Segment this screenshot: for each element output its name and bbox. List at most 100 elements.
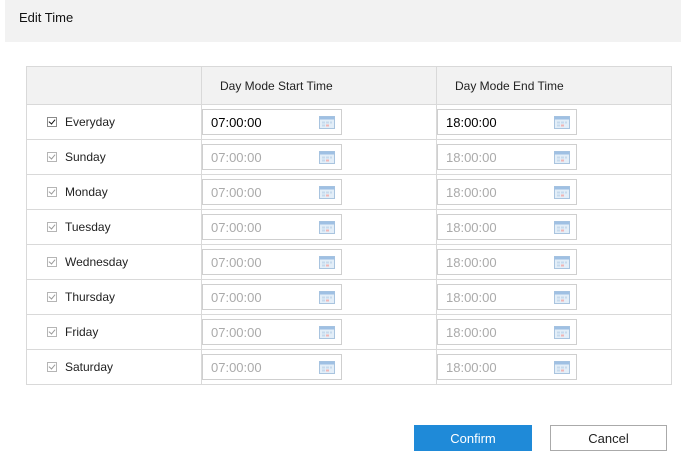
end-time-value: 18:00:00 xyxy=(446,149,497,165)
day-label: Thursday xyxy=(65,290,116,304)
start-time-input[interactable]: 07:00:00 xyxy=(202,319,342,345)
checkbox-everyday[interactable] xyxy=(47,117,57,127)
day-label: Wednesday xyxy=(65,255,129,269)
end-time-cell: 18:00:00 xyxy=(436,139,672,175)
calendar-icon xyxy=(319,256,335,269)
start-time-input[interactable]: 07:00:00 xyxy=(202,109,342,135)
start-time-input[interactable]: 07:00:00 xyxy=(202,144,342,170)
day-label: Saturday xyxy=(65,360,114,374)
start-time-cell: 07:00:00 xyxy=(201,244,437,280)
checkbox-saturday[interactable] xyxy=(47,362,57,372)
end-time-input[interactable]: 18:00:00 xyxy=(437,284,577,310)
day-cell: Friday xyxy=(26,314,202,350)
day-cell: Sunday xyxy=(26,139,202,175)
calendar-icon xyxy=(554,221,570,234)
start-time-input[interactable]: 07:00:00 xyxy=(202,284,342,310)
table-row: Thursday 07:00:00 18:00:00 xyxy=(26,279,672,315)
checkbox-monday[interactable] xyxy=(47,187,57,197)
calendar-icon xyxy=(554,151,570,164)
day-cell: Wednesday xyxy=(26,244,202,280)
dialog-title: Edit Time xyxy=(19,10,74,25)
end-time-value: 18:00:00 xyxy=(446,254,497,270)
start-time-input[interactable]: 07:00:00 xyxy=(202,179,342,205)
calendar-icon xyxy=(319,326,335,339)
header-day xyxy=(26,66,202,105)
end-time-cell: 18:00:00 xyxy=(436,209,672,245)
end-time-cell: 18:00:00 xyxy=(436,349,672,385)
end-time-input[interactable]: 18:00:00 xyxy=(437,354,577,380)
end-time-value: 18:00:00 xyxy=(446,184,497,200)
day-cell: Everyday xyxy=(26,104,202,140)
day-label: Friday xyxy=(65,325,99,339)
start-time-input[interactable]: 07:00:00 xyxy=(202,249,342,275)
table-row: Sunday 07:00:00 18:00:00 xyxy=(26,139,672,175)
calendar-icon xyxy=(554,361,570,374)
end-time-value: 18:00:00 xyxy=(446,324,497,340)
table-row: Everyday 07:00:00 18:00:00 xyxy=(26,104,672,140)
checkbox-tuesday[interactable] xyxy=(47,222,57,232)
calendar-icon xyxy=(319,116,335,129)
start-time-input[interactable]: 07:00:00 xyxy=(202,214,342,240)
header-start-time: Day Mode Start Time xyxy=(201,66,437,105)
confirm-button[interactable]: Confirm xyxy=(414,425,532,451)
end-time-input[interactable]: 18:00:00 xyxy=(437,319,577,345)
day-cell: Thursday xyxy=(26,279,202,315)
calendar-icon xyxy=(319,151,335,164)
table-row: Tuesday 07:00:00 18:00:00 xyxy=(26,209,672,245)
day-label: Sunday xyxy=(65,150,106,164)
calendar-icon xyxy=(319,221,335,234)
calendar-icon xyxy=(554,326,570,339)
start-time-input[interactable]: 07:00:00 xyxy=(202,354,342,380)
dialog-header: Edit Time xyxy=(5,0,681,42)
checkbox-sunday[interactable] xyxy=(47,152,57,162)
end-time-value: 18:00:00 xyxy=(446,219,497,235)
header-end-time: Day Mode End Time xyxy=(436,66,672,105)
start-time-cell: 07:00:00 xyxy=(201,104,437,140)
calendar-icon xyxy=(319,361,335,374)
checkbox-thursday[interactable] xyxy=(47,292,57,302)
table-header-row: Day Mode Start Time Day Mode End Time xyxy=(26,66,672,105)
day-label: Monday xyxy=(65,185,108,199)
day-label: Everyday xyxy=(65,115,116,129)
table-row: Friday 07:00:00 18:00:00 xyxy=(26,314,672,350)
calendar-icon xyxy=(319,291,335,304)
start-time-value: 07:00:00 xyxy=(211,359,262,375)
end-time-input[interactable]: 18:00:00 xyxy=(437,179,577,205)
day-cell: Monday xyxy=(26,174,202,210)
end-time-input[interactable]: 18:00:00 xyxy=(437,109,577,135)
start-time-value: 07:00:00 xyxy=(211,254,262,270)
table-row: Saturday 07:00:00 18:00:00 xyxy=(26,349,672,385)
end-time-value: 18:00:00 xyxy=(446,359,497,375)
end-time-input[interactable]: 18:00:00 xyxy=(437,249,577,275)
day-cell: Saturday xyxy=(26,349,202,385)
schedule-table: Day Mode Start Time Day Mode End Time Ev… xyxy=(26,66,672,385)
end-time-cell: 18:00:00 xyxy=(436,314,672,350)
checkbox-friday[interactable] xyxy=(47,327,57,337)
checkbox-wednesday[interactable] xyxy=(47,257,57,267)
day-cell: Tuesday xyxy=(26,209,202,245)
start-time-cell: 07:00:00 xyxy=(201,174,437,210)
start-time-value: 07:00:00 xyxy=(211,184,262,200)
end-time-input[interactable]: 18:00:00 xyxy=(437,214,577,240)
start-time-cell: 07:00:00 xyxy=(201,139,437,175)
end-time-cell: 18:00:00 xyxy=(436,174,672,210)
end-time-cell: 18:00:00 xyxy=(436,244,672,280)
calendar-icon xyxy=(319,186,335,199)
start-time-value: 07:00:00 xyxy=(211,149,262,165)
end-time-value: 18:00:00 xyxy=(446,289,497,305)
table-row: Monday 07:00:00 18:00:00 xyxy=(26,174,672,210)
day-label: Tuesday xyxy=(65,220,111,234)
start-time-value: 07:00:00 xyxy=(211,289,262,305)
cancel-button[interactable]: Cancel xyxy=(550,425,667,451)
end-time-value: 18:00:00 xyxy=(446,114,497,130)
calendar-icon xyxy=(554,186,570,199)
end-time-cell: 18:00:00 xyxy=(436,104,672,140)
start-time-cell: 07:00:00 xyxy=(201,314,437,350)
end-time-input[interactable]: 18:00:00 xyxy=(437,144,577,170)
start-time-value: 07:00:00 xyxy=(211,114,262,130)
table-row: Wednesday 07:00:00 18:00:00 xyxy=(26,244,672,280)
end-time-cell: 18:00:00 xyxy=(436,279,672,315)
start-time-value: 07:00:00 xyxy=(211,324,262,340)
start-time-cell: 07:00:00 xyxy=(201,209,437,245)
start-time-cell: 07:00:00 xyxy=(201,349,437,385)
